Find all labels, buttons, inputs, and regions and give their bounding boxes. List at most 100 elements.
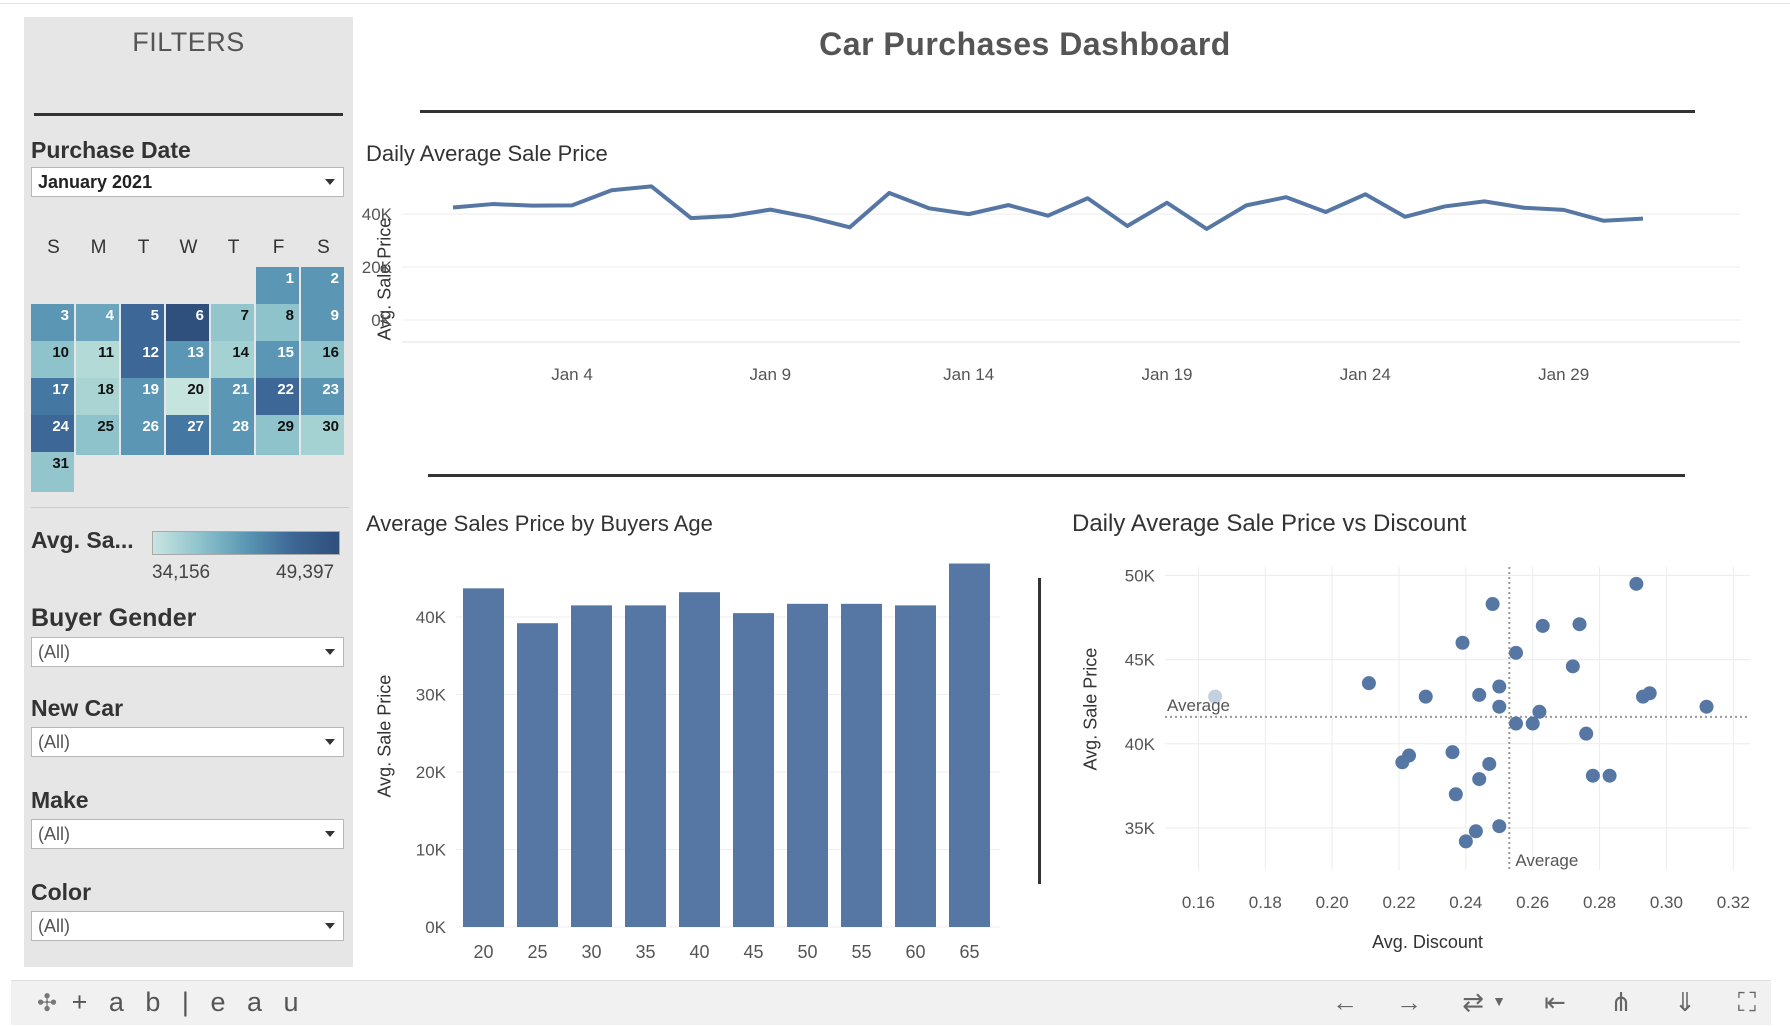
calendar-day[interactable]: 2 (301, 267, 344, 307)
scatter-point (1208, 689, 1223, 704)
calendar-day[interactable]: 21 (211, 378, 254, 418)
bar (463, 588, 504, 927)
undo-icon[interactable]: ← (1327, 987, 1363, 1018)
tableau-logo-text: + a b | e a u (71, 987, 306, 1017)
scatter-point (1509, 716, 1523, 731)
calendar-day[interactable]: 14 (211, 341, 254, 381)
y-tick-label: 10K (416, 841, 447, 860)
y-tick-label: 50K (1125, 566, 1156, 585)
bar (517, 623, 558, 927)
calendar-day[interactable]: 3 (31, 304, 74, 344)
chart-separator (1038, 578, 1041, 884)
calendar-day[interactable]: 7 (211, 304, 254, 344)
calendar-divider (31, 507, 349, 508)
bar (571, 605, 612, 927)
calendar-day[interactable]: 12 (121, 341, 164, 381)
calendar-day[interactable]: 31 (31, 452, 74, 492)
calendar-day[interactable]: 24 (31, 415, 74, 455)
calendar-day[interactable]: 23 (301, 378, 344, 418)
dashboard-title: Car Purchases Dashboard (819, 26, 1231, 62)
make-label: Make (31, 787, 89, 813)
x-tick-label: 0.32 (1717, 893, 1750, 912)
calendar-day[interactable]: 8 (256, 304, 299, 344)
x-tick-label: 0.26 (1516, 893, 1549, 912)
y-tick-label: 20K (362, 258, 393, 277)
download-icon[interactable]: ⇓ (1667, 987, 1703, 1018)
x-tick-label: Jan 9 (750, 365, 792, 384)
calendar-day[interactable]: 30 (301, 415, 344, 455)
calendar-day[interactable]: 27 (166, 415, 209, 455)
calendar-day[interactable]: 11 (76, 341, 119, 381)
calendar-day[interactable]: 17 (31, 378, 74, 418)
scatter-point (1482, 756, 1497, 771)
scatter-point (1492, 819, 1507, 834)
calendar-day[interactable]: 6 (166, 304, 209, 344)
x-tick-label: 0.18 (1249, 893, 1282, 912)
x-tick-label: 20 (473, 942, 493, 962)
calendar-day[interactable]: 9 (301, 304, 344, 344)
calendar-day[interactable]: 10 (31, 341, 74, 381)
calendar-day[interactable]: 29 (256, 415, 299, 455)
weekday-label: F (272, 237, 285, 258)
x-tick-label: Jan 4 (551, 365, 593, 384)
filters-divider (34, 113, 343, 116)
chevron-down-icon[interactable]: ▼ (1489, 993, 1509, 1009)
scatter-point (1472, 687, 1487, 702)
x-tick-label: Jan 29 (1538, 365, 1589, 384)
series-line (452, 184, 1644, 231)
calendar-day[interactable]: 28 (211, 415, 254, 455)
new-car-dropdown[interactable]: (All) (31, 727, 344, 757)
calendar-day[interactable]: 1 (256, 267, 299, 307)
scatter-point (1565, 659, 1580, 674)
calendar-day[interactable]: 4 (76, 304, 119, 344)
x-tick-label: Jan 19 (1141, 365, 1192, 384)
bar-chart-title: Average Sales Price by Buyers Age (366, 511, 713, 536)
scatter-point (1525, 716, 1540, 731)
x-tick-label: 45 (743, 942, 763, 962)
purchase-date-dropdown[interactable]: January 2021 (31, 167, 344, 197)
scatter-point (1418, 689, 1433, 704)
color-dropdown[interactable]: (All) (31, 911, 344, 941)
calendar-day[interactable]: 18 (76, 378, 119, 418)
filters-title: FILTERS (132, 27, 245, 57)
calendar-day[interactable]: 25 (76, 415, 119, 455)
weekday-label: T (227, 237, 240, 258)
share-icon[interactable]: ⋔ (1603, 987, 1639, 1018)
y-tick-label: 35K (1125, 819, 1156, 838)
buyer-gender-dropdown[interactable]: (All) (31, 637, 344, 667)
line-chart-title: Daily Average Sale Price (366, 141, 608, 166)
chevron-down-icon (325, 923, 335, 929)
chevron-down-icon (325, 831, 335, 837)
calendar-day[interactable]: 5 (121, 304, 164, 344)
bar (787, 603, 828, 927)
calendar-day[interactable]: 19 (121, 378, 164, 418)
fullscreen-icon[interactable]: ⛶ (1729, 987, 1765, 1019)
calendar-day[interactable]: 26 (121, 415, 164, 455)
scatter-point (1468, 824, 1483, 839)
scatter-point (1472, 772, 1487, 787)
pause-icon[interactable]: ⇤ (1537, 987, 1573, 1018)
redo-icon[interactable]: → (1391, 987, 1427, 1018)
weekday-label: M (90, 237, 107, 258)
x-tick-label: 55 (851, 942, 871, 962)
new-car-value: (All) (38, 732, 70, 752)
scatter-point (1455, 635, 1470, 650)
calendar-day[interactable]: 22 (256, 378, 299, 418)
color-value: (All) (38, 916, 70, 936)
revert-icon[interactable]: ⇄ (1455, 987, 1491, 1018)
scatter-point (1395, 755, 1410, 770)
calendar-day[interactable]: 15 (256, 341, 299, 381)
calendar-day[interactable]: 20 (166, 378, 209, 418)
tableau-toolbar: ✣ + a b | e a u ← → ⇄ ▼ ⇤ ⋔ ⇓ ⛶ (11, 980, 1771, 1025)
scatter-point (1509, 645, 1523, 660)
chevron-down-icon (325, 649, 335, 655)
color-legend-min: 34,156 (152, 562, 211, 583)
y-tick-label: 0K (371, 311, 392, 330)
make-dropdown[interactable]: (All) (31, 819, 344, 849)
calendar-day[interactable]: 16 (301, 341, 344, 381)
scatter-point (1361, 676, 1376, 691)
make-value: (All) (38, 824, 70, 844)
buyer-gender-label: Buyer Gender (31, 604, 197, 632)
calendar-day[interactable]: 13 (166, 341, 209, 381)
bar (679, 592, 720, 927)
